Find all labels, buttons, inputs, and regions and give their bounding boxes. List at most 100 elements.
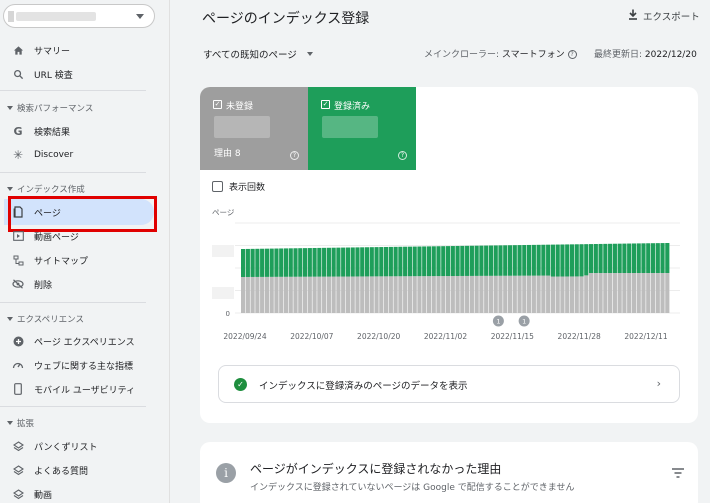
help-icon[interactable]: ? bbox=[398, 151, 407, 160]
bar-not-indexed bbox=[369, 276, 374, 313]
bar-not-indexed bbox=[507, 275, 513, 313]
bar-not-indexed bbox=[312, 276, 317, 313]
sidebar-item-label: パンくずリスト bbox=[34, 442, 98, 453]
bar-not-indexed bbox=[360, 276, 365, 313]
sidebar-item-label: モバイル ユーザビリティ bbox=[34, 385, 136, 396]
tile-not-indexed[interactable]: ✓ 未登録 理由 8 ? bbox=[200, 87, 308, 170]
sidebar-item-search-results[interactable]: G 検索結果 bbox=[0, 120, 160, 142]
bar-not-indexed bbox=[250, 276, 255, 313]
x-tick-label: 2022/10/20 bbox=[357, 332, 400, 341]
bar-indexed bbox=[493, 245, 498, 276]
bar-indexed bbox=[631, 243, 637, 273]
plus-circle-icon bbox=[12, 335, 24, 347]
bar-not-indexed bbox=[326, 276, 331, 313]
help-icon[interactable]: ? bbox=[290, 151, 299, 160]
sidebar-item-discover[interactable]: ✳ Discover bbox=[0, 144, 160, 166]
property-selector[interactable] bbox=[3, 4, 155, 28]
section-search-performance[interactable]: 検索パフォーマンス bbox=[7, 102, 93, 114]
view-indexed-pages-link[interactable]: ✓ インデックスに登録済みのページのデータを表示 › bbox=[218, 365, 680, 403]
bar-not-indexed bbox=[579, 276, 584, 313]
bar-indexed bbox=[503, 245, 508, 276]
bar-not-indexed bbox=[426, 276, 432, 313]
section-title: 検索パフォーマンス bbox=[17, 104, 94, 114]
bar-not-indexed bbox=[484, 275, 489, 313]
bar-not-indexed bbox=[298, 276, 303, 313]
section-enhancements[interactable]: 拡張 bbox=[7, 417, 34, 429]
bar-indexed bbox=[388, 246, 393, 277]
bar-not-indexed bbox=[650, 273, 656, 313]
bar-indexed bbox=[550, 244, 555, 277]
bar-indexed bbox=[512, 245, 517, 276]
bar-indexed bbox=[579, 244, 584, 277]
bar-indexed bbox=[317, 247, 322, 277]
bar-indexed bbox=[279, 248, 284, 277]
sidebar-item-label: サイトマップ bbox=[34, 256, 89, 267]
crawler-label: メインクローラー: bbox=[424, 50, 500, 60]
bar-indexed bbox=[622, 243, 627, 273]
bar-indexed bbox=[484, 245, 489, 276]
sidebar-item-label: サマリー bbox=[34, 46, 71, 57]
info-icon: i bbox=[216, 463, 236, 483]
section-experience[interactable]: エクスペリエンス bbox=[7, 313, 84, 325]
bar-not-indexed bbox=[531, 275, 536, 313]
bar-not-indexed bbox=[617, 273, 622, 313]
bar-indexed bbox=[283, 248, 289, 277]
bar-not-indexed bbox=[660, 273, 665, 313]
bar-not-indexed bbox=[450, 276, 455, 313]
bar-indexed bbox=[445, 246, 451, 277]
bar-indexed bbox=[369, 247, 374, 277]
checkbox-unchecked-icon[interactable] bbox=[212, 181, 223, 192]
caret-down-icon bbox=[7, 187, 13, 191]
sidebar: サマリー URL 検査 検索パフォーマンス G 検索結果 ✳ Discover … bbox=[0, 0, 170, 503]
bar-not-indexed bbox=[479, 275, 484, 313]
last-updated: 最終更新日: 2022/12/20 bbox=[594, 47, 697, 60]
sidebar-item-summary[interactable]: サマリー bbox=[0, 39, 160, 61]
scope-dropdown[interactable]: すべての既知のページ bbox=[203, 47, 313, 61]
bar-not-indexed bbox=[608, 273, 613, 313]
bar-indexed bbox=[650, 243, 656, 273]
bar-not-indexed bbox=[517, 275, 522, 313]
bar-indexed bbox=[245, 248, 250, 277]
sidebar-item-mobile-usability[interactable]: モバイル ユーザビリティ bbox=[0, 378, 160, 400]
bar-not-indexed bbox=[431, 276, 436, 313]
bar-not-indexed bbox=[307, 276, 312, 313]
tile-label: 未登録 bbox=[226, 102, 254, 112]
sidebar-item-breadcrumbs[interactable]: パンくずリスト bbox=[0, 435, 160, 457]
sidebar-item-url-inspection[interactable]: URL 検査 bbox=[0, 63, 160, 85]
sidebar-item-page-experience[interactable]: ページ エクスペリエンス bbox=[0, 330, 160, 352]
impressions-toggle[interactable]: 表示回数 bbox=[212, 180, 265, 193]
sidebar-item-faq[interactable]: よくある質問 bbox=[0, 459, 160, 481]
bar-indexed bbox=[264, 248, 269, 277]
chevron-right-icon: › bbox=[656, 377, 661, 390]
bar-not-indexed bbox=[322, 276, 327, 313]
bar-indexed bbox=[293, 248, 298, 277]
export-button[interactable]: エクスポート bbox=[628, 9, 700, 23]
sidebar-item-sitemaps[interactable]: サイトマップ bbox=[0, 249, 160, 271]
sidebar-item-videos[interactable]: 動画 bbox=[0, 483, 160, 503]
reasons-subtitle: インデックスに登録されていないページは Google で配信することができません bbox=[250, 483, 575, 493]
bar-not-indexed bbox=[584, 275, 589, 313]
filter-icon[interactable] bbox=[672, 468, 684, 481]
tile-indexed[interactable]: ✓ 登録済み ? bbox=[308, 87, 416, 170]
bar-not-indexed bbox=[655, 273, 660, 313]
bar-indexed bbox=[560, 244, 565, 277]
bar-indexed bbox=[345, 247, 351, 277]
checkbox-checked-icon[interactable]: ✓ bbox=[213, 100, 222, 109]
bar-indexed bbox=[374, 247, 379, 277]
help-icon[interactable]: ? bbox=[567, 50, 577, 59]
bar-not-indexed bbox=[255, 276, 260, 313]
bar-indexed bbox=[355, 247, 360, 277]
sidebar-item-removals[interactable]: 削除 bbox=[0, 273, 160, 295]
bar-not-indexed bbox=[317, 276, 322, 313]
sidebar-item-label: URL 検査 bbox=[34, 70, 73, 81]
bar-not-indexed bbox=[646, 273, 651, 313]
sidebar-item-video-pages[interactable]: 動画ページ bbox=[0, 225, 160, 247]
checkbox-checked-icon[interactable]: ✓ bbox=[321, 100, 330, 109]
bar-indexed bbox=[603, 243, 608, 273]
bar-not-indexed bbox=[302, 276, 308, 313]
bar-indexed bbox=[593, 244, 598, 273]
sidebar-item-core-web-vitals[interactable]: ウェブに関する主な指標 bbox=[0, 354, 160, 376]
sidebar-divider bbox=[0, 406, 146, 407]
section-indexing[interactable]: インデックス作成 bbox=[7, 183, 85, 195]
bar-indexed bbox=[636, 243, 641, 273]
